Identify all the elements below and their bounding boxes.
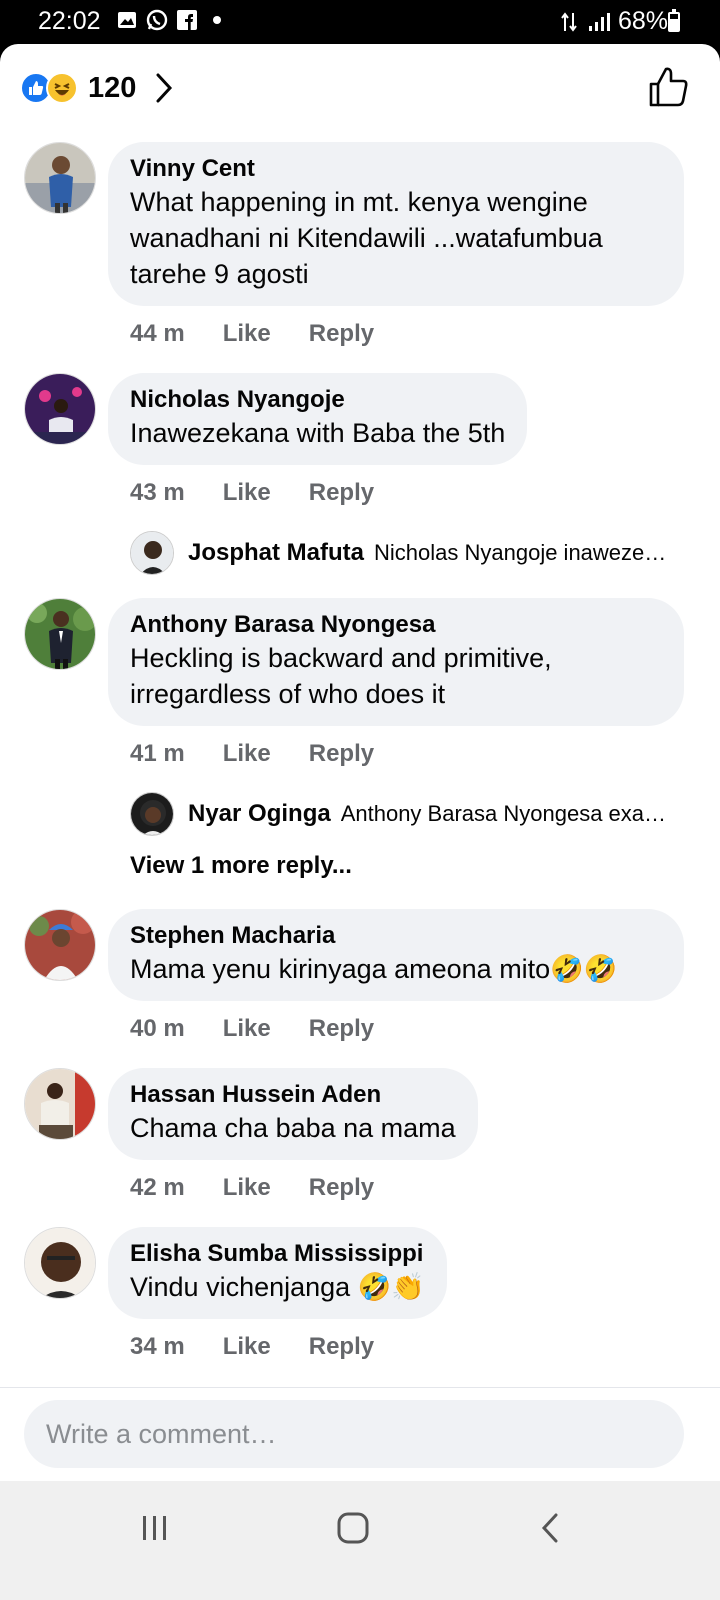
reply-avatar[interactable] bbox=[130, 531, 174, 575]
comment-text: Chama cha baba na mama bbox=[130, 1113, 456, 1143]
reaction-count: 120 bbox=[88, 71, 137, 104]
comment-input[interactable] bbox=[24, 1400, 684, 1468]
comment-actions: 41 m Like Reply bbox=[130, 740, 374, 768]
like-button[interactable]: Like bbox=[223, 320, 271, 348]
comment-time: 44 m bbox=[130, 320, 185, 347]
chevron-right-icon[interactable] bbox=[154, 72, 176, 104]
recent-apps-button[interactable] bbox=[120, 1503, 190, 1553]
comment-author[interactable]: Vinny Cent bbox=[130, 154, 662, 184]
comment-bubble[interactable]: Hassan Hussein Aden Chama cha baba na ma… bbox=[108, 1068, 478, 1160]
avatar[interactable] bbox=[24, 1068, 96, 1140]
gallery-icon bbox=[116, 9, 138, 31]
avatar[interactable] bbox=[24, 1227, 96, 1299]
status-right: 68% bbox=[558, 7, 668, 36]
comment-actions: 42 m Like Reply bbox=[130, 1174, 374, 1202]
comment-author[interactable]: Stephen Macharia bbox=[130, 921, 662, 951]
comment-actions: 34 m Like Reply bbox=[130, 1333, 374, 1361]
avatar[interactable] bbox=[24, 373, 96, 445]
dot-icon bbox=[206, 9, 228, 31]
comment-author[interactable]: Nicholas Nyangoje bbox=[130, 385, 505, 415]
comment-text: Inawezekana with Baba the 5th bbox=[130, 418, 506, 448]
avatar[interactable] bbox=[24, 598, 96, 670]
haha-reaction-icon bbox=[46, 72, 78, 104]
comment-time: 42 m bbox=[130, 1174, 185, 1201]
reply-button[interactable]: Reply bbox=[309, 1015, 374, 1043]
reply-button[interactable]: Reply bbox=[309, 1174, 374, 1202]
view-more-replies-link[interactable]: View 1 more reply... bbox=[130, 852, 352, 880]
comment-text: Heckling is backward and primitive, irre… bbox=[130, 643, 552, 709]
comment-actions: 40 m Like Reply bbox=[130, 1015, 374, 1043]
comment-time: 34 m bbox=[130, 1333, 185, 1360]
system-nav-bar bbox=[0, 1481, 720, 1600]
comments-sheet: 120 Vinny Cent What happening in mt. ken… bbox=[0, 44, 720, 1509]
reply-snippet: Anthony Barasa Nyongesa exa… bbox=[340, 801, 667, 826]
like-button[interactable]: Like bbox=[223, 479, 271, 507]
reply-author[interactable]: Nyar Oginga bbox=[188, 800, 331, 828]
comment-text: Vindu vichenjanga 🤣👏 bbox=[130, 1272, 425, 1302]
like-button[interactable]: Like bbox=[223, 1015, 271, 1043]
comment-text: Mama yenu kirinyaga ameona mito🤣🤣 bbox=[130, 954, 618, 984]
avatar[interactable] bbox=[24, 142, 96, 214]
avatar[interactable] bbox=[24, 909, 96, 981]
back-button[interactable] bbox=[515, 1503, 585, 1553]
comment-actions: 44 m Like Reply bbox=[130, 320, 374, 348]
comment-bubble[interactable]: Stephen Macharia Mama yenu kirinyaga ame… bbox=[108, 909, 684, 1001]
home-button[interactable] bbox=[318, 1503, 388, 1553]
comment-bubble[interactable]: Nicholas Nyangoje Inawezekana with Baba … bbox=[108, 373, 528, 465]
reply-button[interactable]: Reply bbox=[309, 1333, 374, 1361]
comment-bubble[interactable]: Elisha Sumba Mississippi Vindu vichenjan… bbox=[108, 1227, 447, 1319]
reply-button[interactable]: Reply bbox=[309, 740, 374, 768]
notification-icons bbox=[116, 9, 228, 31]
comment-time: 43 m bbox=[130, 479, 185, 506]
comment-text: What happening in mt. kenya wengine wana… bbox=[130, 187, 603, 289]
like-button[interactable]: Like bbox=[223, 1174, 271, 1202]
comment-time: 40 m bbox=[130, 1015, 185, 1042]
status-bar: 22:02 68% bbox=[0, 0, 720, 44]
battery-icon bbox=[668, 9, 680, 32]
battery-percent: 68% bbox=[617, 7, 668, 35]
comment-author[interactable]: Hassan Hussein Aden bbox=[130, 1080, 456, 1110]
reactions-summary[interactable]: 120 bbox=[20, 68, 176, 108]
reply-button[interactable]: Reply bbox=[309, 479, 374, 507]
reply-preview[interactable]: Josphat Mafuta Nicholas Nyangoje inaweze… bbox=[130, 530, 690, 576]
reply-avatar[interactable] bbox=[130, 792, 174, 836]
reply-snippet: Nicholas Nyangoje inaweze… bbox=[374, 540, 667, 565]
comment-bubble[interactable]: Vinny Cent What happening in mt. kenya w… bbox=[108, 142, 684, 306]
comment-time: 41 m bbox=[130, 740, 185, 767]
comment-bubble[interactable]: Anthony Barasa Nyongesa Heckling is back… bbox=[108, 598, 684, 726]
reply-author[interactable]: Josphat Mafuta bbox=[188, 539, 364, 567]
comment-composer bbox=[0, 1387, 720, 1481]
comment-actions: 43 m Like Reply bbox=[130, 479, 374, 507]
comment-author[interactable]: Elisha Sumba Mississippi bbox=[130, 1239, 425, 1269]
like-button[interactable]: Like bbox=[223, 1333, 271, 1361]
facebook-icon bbox=[176, 9, 198, 31]
like-button[interactable]: Like bbox=[223, 740, 271, 768]
signal-icon bbox=[588, 11, 610, 33]
reply-button[interactable]: Reply bbox=[309, 320, 374, 348]
data-transfer-icon bbox=[558, 11, 580, 33]
comment-author[interactable]: Anthony Barasa Nyongesa bbox=[130, 610, 662, 640]
status-time: 22:02 bbox=[38, 7, 101, 35]
like-button-icon[interactable] bbox=[646, 64, 692, 110]
whatsapp-icon bbox=[146, 9, 168, 31]
reply-preview[interactable]: Nyar Oginga Anthony Barasa Nyongesa exa… bbox=[130, 791, 690, 837]
